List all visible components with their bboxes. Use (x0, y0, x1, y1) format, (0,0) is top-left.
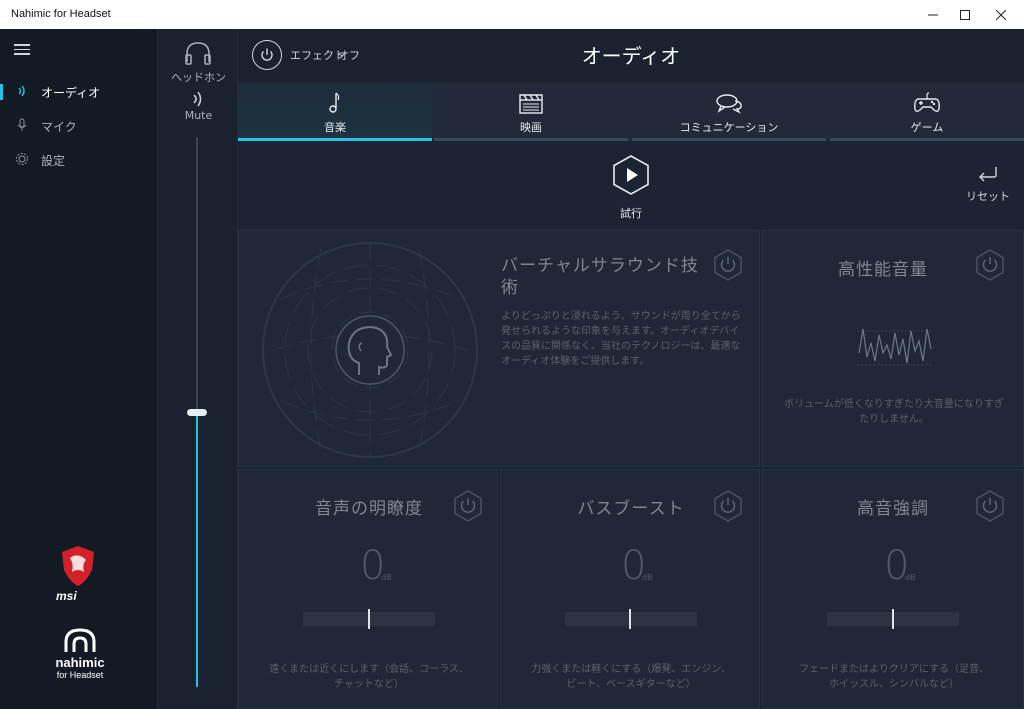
close-icon (996, 9, 1006, 20)
volume-power-button[interactable] (975, 249, 1005, 281)
nahimic-brand-subtext: for Headset (56, 670, 104, 680)
bass-unit: dB (642, 573, 653, 582)
main-content: エフェクト オフ オーディオ 音楽 映画 コミュニケーション ゲーム 試行 リセ… (238, 29, 1024, 709)
sound-wave-icon[interactable] (190, 90, 206, 108)
waveform-icon (857, 323, 933, 373)
bass-value: 0 (621, 543, 647, 589)
voice-slider-thumb[interactable] (368, 609, 370, 629)
gamepad-icon (913, 89, 941, 117)
header: エフェクト オフ オーディオ (238, 29, 1024, 83)
volume-slider-fill (196, 412, 198, 687)
tab-movie[interactable]: 映画 (434, 83, 628, 141)
volume-title: 高性能音量 (838, 260, 928, 280)
tab-communication[interactable]: コミュニケーション (632, 83, 826, 141)
treble-unit: dB (905, 573, 916, 582)
voice-unit: dB (381, 573, 392, 582)
headphone-label: ヘッドホン (171, 71, 226, 84)
tab-label: コミュニケーション (679, 121, 779, 134)
surround-description: よりどっぷりと浸れるよう、サウンドが周り全てから発せられるような印象を与えます。… (501, 311, 741, 367)
surround-power-button[interactable] (713, 249, 743, 281)
headphone-icon[interactable] (183, 40, 213, 66)
voice-panel: 音声の明瞭度 0 dB 遠くまたは近くにします（会話、コーラス、チャットなど） (238, 469, 498, 709)
play-test-button[interactable] (611, 155, 651, 195)
bass-panel: バスブースト 0 dB 力強くまたは軽くにする（爆発、エンジン、ビート、ベースギ… (500, 469, 760, 709)
sidebar-item-label: 設定 (41, 153, 66, 168)
power-icon (261, 48, 273, 61)
page-title: オーディオ (581, 44, 681, 68)
audio-wave-icon (12, 84, 32, 101)
effect-state: オフ (338, 49, 360, 62)
sidebar-item-settings[interactable]: 設定 (0, 144, 157, 176)
tab-game[interactable]: ゲーム (830, 83, 1024, 141)
minimize-icon (928, 14, 938, 15)
close-button[interactable] (978, 0, 1024, 29)
music-note-icon (327, 89, 343, 117)
treble-title: 高音強調 (857, 499, 929, 519)
surround-panel: バーチャルサラウンド技術 よりどっぷりと浸れるよう、サウンドが周り全てから発せら… (238, 230, 760, 467)
sidebar-item-mic[interactable]: マイク (0, 110, 157, 142)
play-test-label: 試行 (620, 207, 642, 220)
tab-label: 音楽 (324, 121, 346, 134)
surround-sphere-icon (261, 239, 479, 461)
reset-icon[interactable] (976, 165, 1000, 185)
microphone-icon (12, 118, 32, 135)
device-column: ヘッドホン Mute (157, 29, 238, 709)
nahimic-brand-text: nahimic (55, 655, 105, 670)
play-icon (627, 168, 638, 182)
bass-power-button[interactable] (713, 490, 743, 522)
volume-panel: 高性能音量 ボリュームが低くなりすぎたり大音量になりすぎたりしません。 (762, 230, 1024, 467)
profile-tabs: 音楽 映画 コミュニケーション ゲーム (238, 83, 1024, 141)
tab-music[interactable]: 音楽 (238, 83, 432, 141)
sidebar-item-label: マイク (41, 119, 77, 134)
msi-brand-text: msi (56, 589, 77, 603)
effect-label: エフェクト (290, 49, 345, 62)
sidebar: オーディオ マイク 設定 msi nahimic for Headset (0, 29, 157, 709)
gear-icon (12, 152, 32, 169)
mute-label: Mute (184, 109, 213, 122)
bass-title: バスブースト (577, 499, 685, 519)
voice-power-button[interactable] (453, 490, 483, 522)
treble-power-button[interactable] (975, 490, 1005, 522)
surround-title: バーチャルサラウンド技術 (501, 256, 699, 298)
sidebar-item-audio[interactable]: オーディオ (0, 76, 157, 108)
voice-description: 遠くまたは近くにします（会話、コーラス、チャットなど） (269, 664, 469, 690)
reset-label[interactable]: リセット (963, 188, 1013, 204)
bass-slider-thumb[interactable] (629, 609, 631, 629)
hamburger-menu-icon[interactable] (14, 44, 30, 56)
chat-bubbles-icon (715, 89, 743, 117)
bass-description: 力強くまたは軽くにする（爆発、エンジン、ビート、ベースギターなど） (531, 664, 731, 690)
treble-value: 0 (884, 543, 910, 589)
voice-value: 0 (360, 543, 386, 589)
volume-description: ボリュームが低くなりすぎたり大音量になりすぎたりしません。 (784, 399, 1004, 425)
clapperboard-icon (518, 89, 544, 117)
volume-slider-thumb[interactable] (187, 409, 207, 416)
nahimic-headphone-logo (56, 626, 104, 656)
voice-title: 音声の明瞭度 (315, 499, 423, 519)
effect-power-button[interactable] (252, 40, 282, 70)
sidebar-item-label: オーディオ (41, 85, 101, 100)
title-bar: Nahimic for Headset (0, 0, 1024, 29)
treble-panel: 高音強調 0 dB フェードまたはよりクリアにする（足音、ホイッスル、シンバルな… (762, 469, 1024, 709)
treble-description: フェードまたはよりクリアにする（足音、ホイッスル、シンバルなど） (799, 664, 989, 690)
maximize-icon (960, 9, 970, 20)
bass-slider[interactable] (565, 612, 697, 626)
tab-label: ゲーム (910, 121, 944, 134)
window-title: Nahimic for Headset (11, 8, 111, 20)
treble-slider-thumb[interactable] (892, 609, 894, 629)
tab-label: 映画 (520, 121, 542, 134)
